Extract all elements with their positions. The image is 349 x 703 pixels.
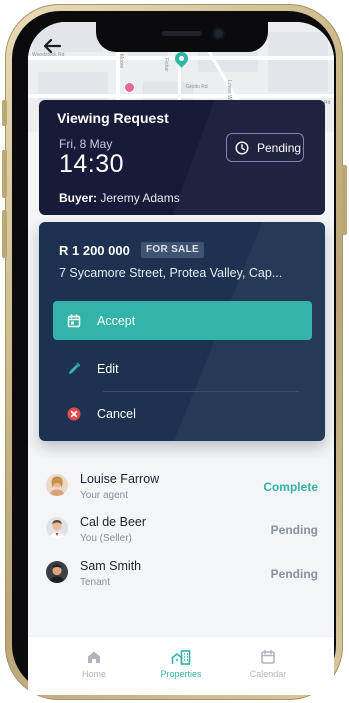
pencil-icon (69, 362, 81, 374)
avatar-photo-icon (46, 561, 68, 583)
cancel-button[interactable]: Cancel (53, 396, 312, 432)
buildings-icon (171, 650, 191, 665)
side-button (2, 210, 7, 258)
accept-button[interactable]: Accept (53, 301, 312, 340)
status-label: Pending (257, 140, 302, 155)
participants-list: Louise Farrow Your agent Complete Cal de… (28, 458, 334, 598)
avatar-photo-icon (46, 474, 68, 496)
accept-label: Accept (97, 313, 136, 328)
poi-marker-icon[interactable] (124, 82, 135, 93)
nav-label: Calendar (249, 669, 287, 679)
bottom-nav: Home Properties Calendar (28, 636, 334, 695)
calendar-icon (261, 649, 275, 664)
viewing-date: Fri, 8 May (59, 137, 113, 151)
viewing-request-card: Viewing Request Fri, 8 May 14:30 Buyer: … (39, 100, 325, 215)
nav-label: Properties (160, 669, 202, 679)
phone-mockup: Woodstock Rd Grotto Rd Lower Walk Moore … (0, 0, 349, 703)
participant-status: Pending (270, 523, 318, 537)
nav-home[interactable]: Home (54, 649, 134, 679)
speaker-grille (162, 31, 202, 36)
participant-role: Your agent (80, 490, 129, 501)
participant-row[interactable]: Sam Smith Tenant Pending (28, 555, 334, 595)
map-label: Grotto Rd (186, 84, 208, 90)
side-button (2, 150, 7, 198)
participant-role: You (Seller) (80, 533, 132, 544)
map-road (28, 94, 334, 98)
close-circle-icon (67, 407, 81, 421)
nav-calendar[interactable]: Calendar (228, 649, 308, 679)
home-icon (88, 651, 100, 663)
listing-actions-card: R 1 200 000 FOR SALE 7 Sycamore Street, … (39, 222, 325, 441)
participant-row[interactable]: Louise Farrow Your agent Complete (28, 468, 334, 508)
side-button (2, 100, 7, 126)
map-block (268, 32, 328, 92)
participant-name: Cal de Beer (80, 515, 147, 529)
avatar (46, 517, 68, 539)
avatar-photo-icon (46, 517, 68, 539)
front-camera (214, 29, 223, 38)
avatar (46, 474, 68, 496)
participant-status: Complete (263, 480, 318, 494)
participant-role: Tenant (80, 577, 111, 588)
arrow-left-icon (43, 38, 62, 54)
cancel-label: Cancel (97, 407, 136, 421)
nav-label: Home (81, 669, 106, 679)
location-pin-icon[interactable] (172, 49, 191, 68)
buyer-name: Jeremy Adams (100, 191, 180, 205)
action-divider (103, 391, 299, 392)
viewing-time: 14:30 (59, 150, 125, 178)
edit-button[interactable]: Edit (53, 351, 312, 387)
participant-name: Louise Farrow (80, 472, 160, 486)
side-button (342, 165, 347, 235)
map-label: Fisher (163, 58, 169, 72)
buyer-line: Buyer: Jeremy Adams (59, 191, 180, 205)
buyer-label: Buyer: (59, 191, 98, 205)
participant-row[interactable]: Cal de Beer You (Seller) Pending (28, 511, 334, 551)
card-title: Viewing Request (57, 110, 169, 126)
edit-label: Edit (97, 362, 119, 376)
phone-notch (96, 22, 268, 52)
clock-icon (235, 140, 249, 155)
map-label: Moore (118, 54, 124, 69)
for-sale-badge: FOR SALE (141, 242, 204, 258)
listing-price: R 1 200 000 (59, 243, 130, 258)
participant-name: Sam Smith (80, 559, 142, 573)
participant-status: Pending (270, 567, 318, 581)
listing-address: 7 Sycamore Street, Protea Valley, Cap... (59, 266, 283, 280)
calendar-check-icon (67, 313, 81, 327)
back-button[interactable] (38, 32, 66, 60)
status-badge: Pending (226, 133, 304, 162)
avatar (46, 561, 68, 583)
nav-properties[interactable]: Properties (141, 649, 221, 679)
